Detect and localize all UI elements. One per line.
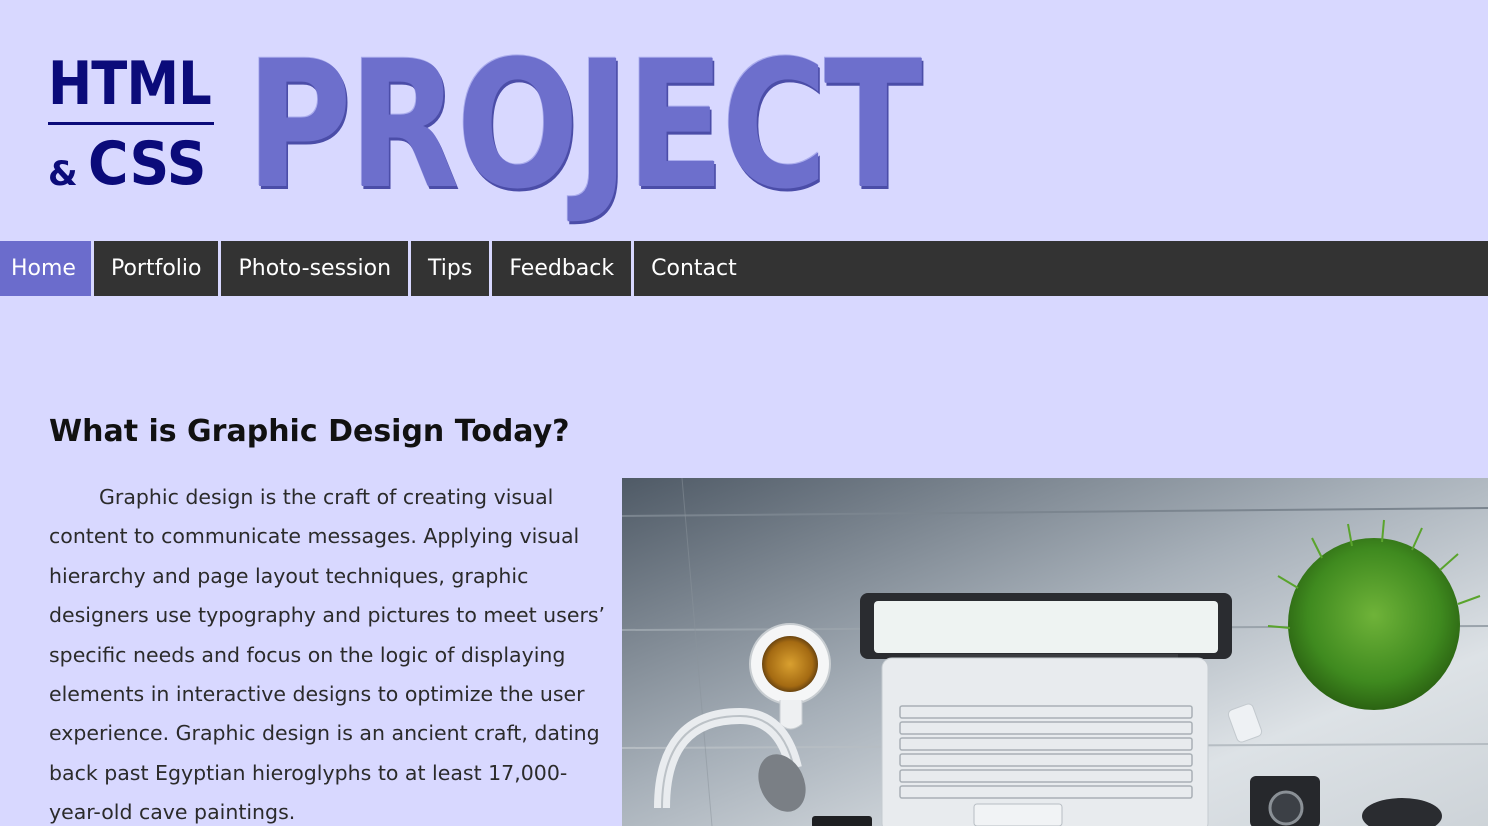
intro-paragraph: Graphic design is the craft of creating … [49, 485, 606, 825]
logo-divider [48, 122, 214, 125]
page: HTML & CSS PROJECT Home Portfolio Photo-… [0, 0, 1488, 826]
nav-item-portfolio[interactable]: Portfolio [94, 241, 222, 296]
page-title: What is Graphic Design Today? [49, 414, 570, 449]
logo-project-text: PROJECT [246, 23, 923, 228]
nav-item-photo-session[interactable]: Photo-session [221, 241, 412, 296]
nav-item-home[interactable]: Home [0, 241, 94, 296]
site-logo[interactable]: HTML & CSS PROJECT [46, 38, 976, 214]
logo-html-text: HTML [48, 49, 212, 119]
logo-amp-text: & [48, 154, 78, 194]
logo-html-css: HTML & CSS [46, 50, 216, 200]
workspace-photo [622, 478, 1488, 826]
nav-item-tips[interactable]: Tips [411, 241, 493, 296]
main-navigation: Home Portfolio Photo-session Tips Feedba… [0, 241, 1488, 296]
nav-item-contact[interactable]: Contact [634, 241, 754, 296]
nav-item-feedback[interactable]: Feedback [492, 241, 635, 296]
logo-css-text: CSS [88, 129, 207, 199]
workspace-photo-illustration [622, 478, 1488, 826]
